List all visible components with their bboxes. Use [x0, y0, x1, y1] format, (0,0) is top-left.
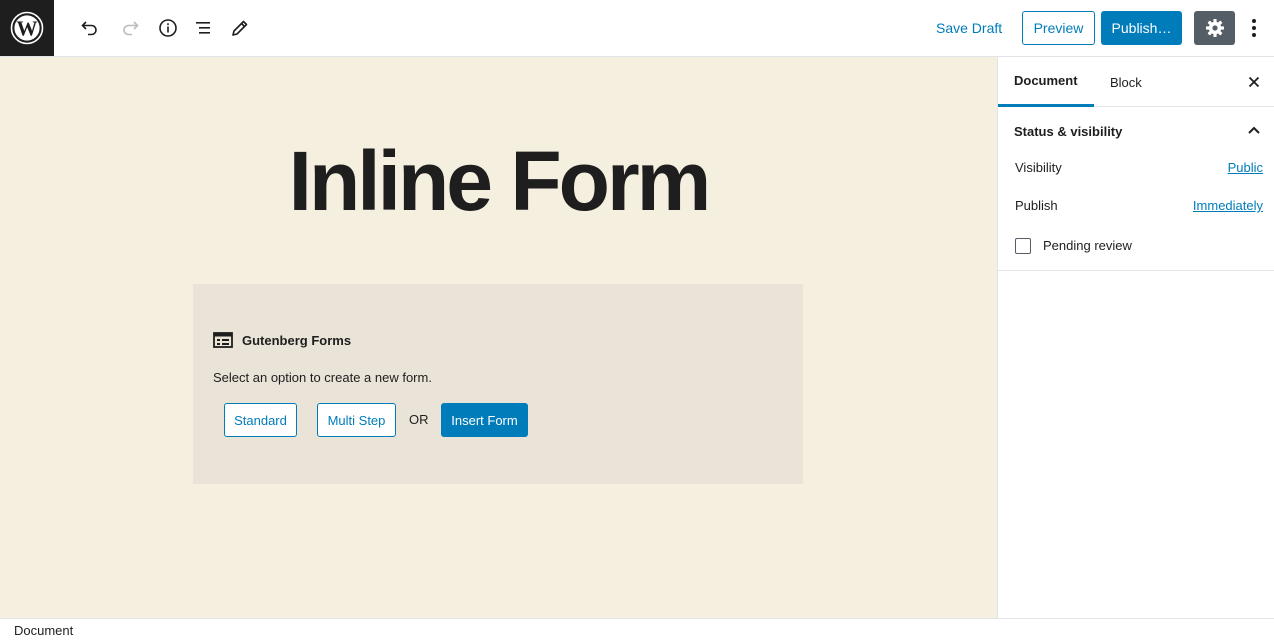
close-sidebar-button[interactable] — [1244, 72, 1264, 92]
more-menu-button[interactable] — [1242, 14, 1266, 42]
form-block-instructions: Select an option to create a new form. — [213, 370, 432, 385]
post-title[interactable]: Inline Form — [0, 131, 997, 231]
preview-button[interactable]: Preview — [1022, 11, 1095, 45]
publish-label: Publish — [1015, 198, 1058, 213]
status-visibility-toggle[interactable]: Status & visibility — [998, 107, 1274, 155]
gear-icon — [1205, 19, 1224, 37]
breadcrumb[interactable]: Document — [14, 623, 73, 638]
editor-canvas: Inline Form Gutenberg Forms Select an op… — [0, 57, 997, 618]
edit-mode-icon — [232, 20, 248, 36]
form-block-header: Gutenberg Forms — [213, 332, 351, 348]
editor-toolbar: W Save Draft Preview Publish… — [0, 0, 1274, 57]
tab-document[interactable]: Document — [998, 57, 1094, 107]
info-icon — [159, 19, 177, 37]
chevron-up-icon — [1248, 126, 1260, 134]
edit-mode-button[interactable] — [226, 14, 254, 42]
publish-button[interactable]: Publish… — [1101, 11, 1182, 45]
undo-button[interactable] — [76, 14, 104, 42]
pending-review-checkbox[interactable] — [1015, 238, 1031, 254]
standard-form-button[interactable]: Standard — [224, 403, 297, 437]
redo-button[interactable] — [116, 14, 144, 42]
form-block-title: Gutenberg Forms — [242, 332, 352, 348]
or-separator: OR — [409, 412, 429, 427]
block-navigation-button[interactable] — [190, 14, 218, 42]
block-navigation-icon — [196, 22, 210, 34]
visibility-label: Visibility — [1015, 160, 1062, 175]
wordpress-logo-icon: W — [10, 11, 44, 45]
tab-block[interactable]: Block — [1094, 57, 1158, 107]
content-info-button[interactable] — [154, 14, 182, 42]
settings-button[interactable] — [1194, 11, 1235, 45]
redo-icon — [123, 21, 139, 36]
wordpress-logo-button[interactable]: W — [0, 0, 54, 56]
settings-sidebar: Document Block Status & visibility Visib… — [997, 57, 1274, 618]
visibility-value-link[interactable]: Public — [1228, 160, 1263, 175]
pending-review-label[interactable]: Pending review — [1043, 238, 1132, 253]
gutenberg-forms-block[interactable]: Gutenberg Forms Select an option to crea… — [193, 284, 803, 484]
svg-text:W: W — [17, 17, 38, 41]
insert-form-button[interactable]: Insert Form — [441, 403, 528, 437]
publish-date-link[interactable]: Immediately — [1193, 198, 1263, 213]
editor-footer: Document — [0, 618, 1274, 640]
more-vertical-icon — [1252, 19, 1256, 37]
undo-icon — [81, 21, 97, 36]
close-icon — [1248, 76, 1260, 88]
panel-title: Status & visibility — [1014, 124, 1123, 139]
multi-step-form-button[interactable]: Multi Step — [317, 403, 396, 437]
sidebar-tabs: Document Block — [998, 57, 1274, 107]
save-draft-button[interactable]: Save Draft — [928, 14, 1010, 42]
status-visibility-panel: Status & visibility Visibility Public Pu… — [998, 107, 1274, 271]
form-icon — [213, 332, 233, 348]
